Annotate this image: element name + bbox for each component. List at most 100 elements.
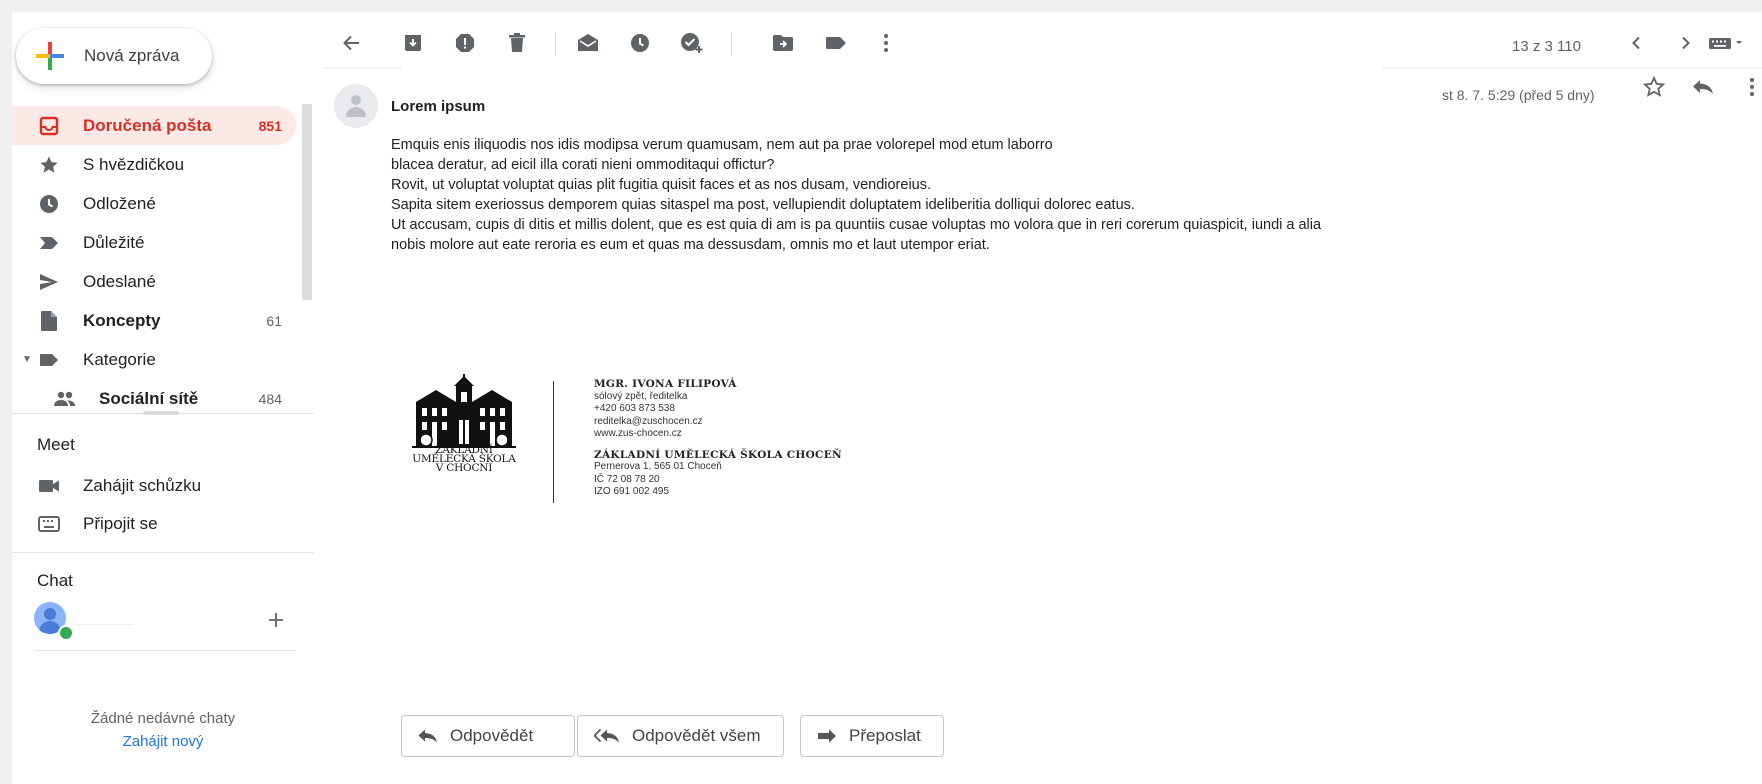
signature-school: ZÁKLADNÍ UMĚLECKÁ ŠKOLA CHOCEŇ [594,448,842,461]
chat-divider [34,650,296,651]
body-line: Rovit, ut voluptat voluptat quias plit f… [391,177,932,193]
add-task-button[interactable] [675,26,709,60]
forward-icon [817,728,837,744]
snooze-button[interactable] [623,26,657,60]
important-icon [38,232,60,254]
online-status-dot [58,625,74,641]
reply-button[interactable]: Odpovědět [401,715,575,757]
social-count: 484 [258,390,282,407]
back-button[interactable] [334,26,368,60]
sidebar-item-inbox[interactable]: Doručená pošta 851 [12,106,296,145]
resize-handle[interactable] [143,411,179,415]
unread-count: 851 [258,117,282,134]
sidebar-item-categories[interactable]: ▼ Kategorie [12,340,296,379]
body-line: Emquis enis iliquodis nos idis modipsa v… [391,137,1053,153]
sidebar-item-drafts[interactable]: Koncepty 61 [12,301,296,340]
body-line: nobis molore aut eate reroria es eum et … [391,237,990,253]
start-meeting-item[interactable]: Zahájit schůzku [12,467,296,505]
newer-button[interactable] [1619,26,1653,60]
mark-unread-button[interactable] [571,26,605,60]
report-spam-icon [456,34,474,52]
older-button[interactable] [1669,26,1703,60]
sidebar-scrollbar[interactable] [302,104,312,300]
move-to-button[interactable] [766,26,800,60]
reply-all-icon [594,728,620,744]
draft-icon [38,310,60,332]
signature-name: MGR. IVONA FILIPOVÁ [594,378,737,390]
sidebar-item-snoozed[interactable]: Odložené [12,184,296,223]
forward-button[interactable]: Přeposlat [800,715,944,757]
signature-izo: IZO 691 002 495 [594,486,670,497]
start-new-chat-link[interactable]: Zahájit nový [12,733,314,750]
caret-down-icon[interactable]: ▼ [22,354,32,365]
star-button[interactable] [1637,70,1671,104]
label-button[interactable] [819,26,853,60]
more-vert-icon [884,34,888,52]
add-chat-button[interactable] [264,608,288,632]
join-meeting-item[interactable]: Připojit se [12,505,296,543]
logo-text: ZÁKLADNÍ UMĚLECKÁ ŠKOLA V CHOCNI [412,444,516,474]
move-to-icon [773,35,793,51]
school-logo [402,374,526,496]
meet-heading: Meet [37,435,75,454]
chevron-left-icon [1632,36,1640,50]
star-icon [38,154,60,176]
header-shadow [1382,67,1762,69]
reply-all-button[interactable]: Odpovědět všem [577,715,784,757]
label-icon [826,37,846,49]
plus-icon [269,613,283,627]
delete-button[interactable] [500,26,534,60]
plus-icon [34,40,66,72]
reply-icon [418,728,438,744]
sidebar-item-label: Sociální sítě [99,388,199,408]
sidebar-item-starred[interactable]: S hvězdičkou [12,145,296,184]
input-tools-button[interactable] [1704,26,1748,60]
mark-unread-icon [578,34,598,51]
archive-button[interactable] [396,26,430,60]
chat-heading: Chat [37,571,73,590]
sidebar-item-important[interactable]: Důležité [12,223,296,262]
compose-label: Nová zpráva [84,46,180,65]
signature-ic: IČ 72 08 78 20 [594,473,660,485]
sender-avatar[interactable] [334,84,378,128]
pager-text: 13 z 3 110 [1512,38,1581,55]
more-button[interactable] [869,26,903,60]
signature-address: Pernerova 1, 565 01 Choceň [594,461,722,472]
signature-divider [553,381,554,503]
body-line: Ut accusam, cupis di ditis et millis dol… [391,217,1322,233]
signature-phone[interactable]: +420 603 873 538 [594,403,842,416]
sidebar-item-sent[interactable]: Odeslané [12,262,296,301]
back-arrow-icon [343,35,359,51]
meet-item-label: Zahájit schůzku [83,476,202,495]
meet-item-label: Připojit se [83,514,158,533]
star-outline-icon [1643,76,1665,97]
header-shadow [322,67,402,69]
send-icon [38,271,60,293]
reply-icon [1693,80,1713,94]
signature-web[interactable]: www.zus-chocen.cz [594,428,842,441]
signature-email[interactable]: reditelka@zuschocen.cz [594,416,842,429]
snooze-icon [631,34,649,52]
archive-icon [405,35,421,51]
message-more-button[interactable] [1735,70,1762,104]
reply-all-label: Odpovědět všem [632,726,761,745]
body-line: Sapita sitem exeriossus demporem quias s… [391,197,1135,213]
sender-name[interactable]: Lorem ipsum [391,98,485,115]
compose-button[interactable]: Nová zpráva [16,28,212,84]
more-vert-icon [1750,78,1754,96]
reply-icon-button[interactable] [1686,70,1720,104]
report-spam-button[interactable] [448,26,482,60]
keyboard-icon [38,513,60,535]
message-date: st 8. 7. 5:29 (před 5 dny) [1442,87,1595,103]
sidebar-divider [12,552,314,553]
label-icon [38,349,60,371]
video-icon [38,475,60,497]
clock-icon [38,193,60,215]
draft-count: 61 [266,312,282,329]
people-icon [54,388,76,410]
sidebar-item-label: Důležité [83,232,145,252]
gmail-window: Nová zpráva Doručená pošta 851 S hvězdič… [12,12,1762,784]
delete-icon [509,33,525,52]
reply-label: Odpovědět [450,726,534,745]
add-task-icon [681,33,703,53]
